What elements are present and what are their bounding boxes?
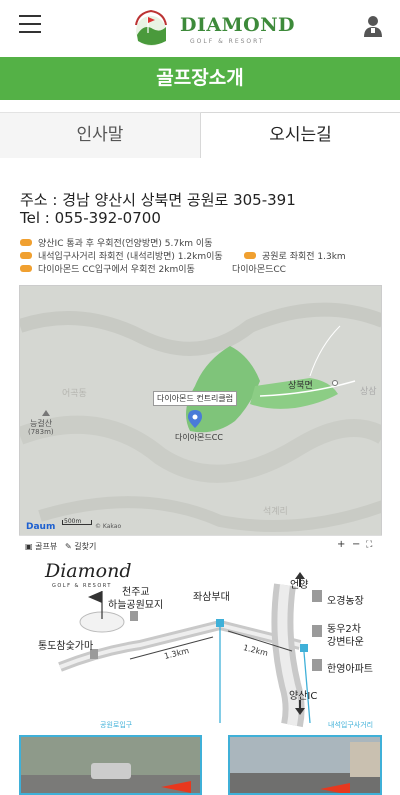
map-fullscreen-button[interactable]: ⛶ xyxy=(366,540,372,550)
label-eonyang: 언양 xyxy=(290,580,309,591)
map-marker-icon[interactable] xyxy=(188,410,202,428)
map-brand-logo: Daum xyxy=(26,522,56,532)
map-toolbar: ▣ 골프뷰 ✎ 길찾기 + − ⛶ xyxy=(19,535,382,555)
map-marker-label: 다이아몬드CC xyxy=(175,433,223,442)
map-left-label: 어곡동 xyxy=(62,389,87,399)
route-bullet-icon xyxy=(20,239,32,246)
photo-park-entrance xyxy=(19,735,202,795)
hamburger-icon[interactable] xyxy=(19,14,41,34)
tab-directions[interactable]: 오시는길 xyxy=(201,112,400,158)
label-gangbyeon: 강변타운 xyxy=(327,637,364,648)
tab-greeting[interactable]: 인사말 xyxy=(0,112,201,158)
tel-text: Tel : 055-392-0700 xyxy=(20,209,161,227)
map-directions-button[interactable]: ✎ 길찾기 xyxy=(65,541,96,552)
logo-text: DIAMOND xyxy=(180,14,296,36)
map-town-label: 상북면 xyxy=(288,381,313,391)
map-bottom-label: 석계리 xyxy=(263,507,288,517)
map-zoom-in-button[interactable]: + xyxy=(337,539,345,550)
map-zoom-out-button[interactable]: − xyxy=(352,539,360,550)
map-far-right-label: 상삼 xyxy=(360,387,377,397)
route-item: 공원로 좌회전 1.3km xyxy=(244,249,346,262)
diagram-logo: Diamond xyxy=(45,560,132,582)
diagram-logo-sub: GOLF & RESORT xyxy=(52,583,112,589)
page-title: 골프장소개 xyxy=(0,57,400,100)
logo-emblem-icon xyxy=(135,9,167,46)
map-scale-label: 500m xyxy=(64,518,82,525)
route-bullet-icon xyxy=(20,252,32,259)
route-diagram: Diamond GOLF & RESORT 천주교 하늘공원묘지 좌삼부대 통도… xyxy=(0,555,400,735)
address-text: 주소 : 경남 양산시 상북면 공원로 305-391 xyxy=(20,191,296,209)
map-copyright: © Kakao xyxy=(95,523,122,530)
map-mountain-height: (783m) xyxy=(28,428,54,436)
route-bullet-icon xyxy=(20,265,32,272)
route-item: 다이아몬드 CC입구에서 우회전 2km이동 xyxy=(20,262,195,275)
map-terrain-button[interactable]: ▣ 골프뷰 xyxy=(25,541,57,552)
route-bullet-icon xyxy=(244,252,256,259)
logo-subtext: GOLF & RESORT xyxy=(190,38,265,45)
label-dongdo: 통도참숯가마 xyxy=(38,641,94,652)
route-item: 다이아몬드CC xyxy=(232,265,286,275)
map-course-label: 다이아몬드 컨트리클럽 xyxy=(153,391,238,406)
photo-naeseok-junction xyxy=(228,735,382,795)
label-ogyeong: 오경농장 xyxy=(327,596,364,607)
label-naeseok: 내석입구사거리 xyxy=(328,721,374,729)
site-logo[interactable]: DIAMOND GOLF & RESORT xyxy=(128,5,295,53)
label-haneul: 하늘공원묘지 xyxy=(108,600,164,611)
location-map[interactable]: 다이아몬드 컨트리클럽 다이아몬드CC 상북면 능걸산 (783m) 상삼 어곡… xyxy=(19,285,382,554)
tab-bar: 인사말 오시는길 xyxy=(0,112,400,158)
app-header: DIAMOND GOLF & RESORT xyxy=(0,0,400,57)
label-yangsan-ic: 양산IC xyxy=(289,691,318,702)
label-jwasam: 좌삼부대 xyxy=(193,592,230,603)
route-item: 내석입구사거리 좌회전 (내석리방면) 1.2km이동 xyxy=(20,249,223,262)
label-hanyang: 한영아파트 xyxy=(327,664,373,675)
route-item: 양산IC 통과 후 우회전(언양방면) 5.7km 이동 xyxy=(20,236,212,249)
user-icon[interactable] xyxy=(364,15,382,37)
label-park-entrance: 공원로입구 xyxy=(100,721,133,729)
